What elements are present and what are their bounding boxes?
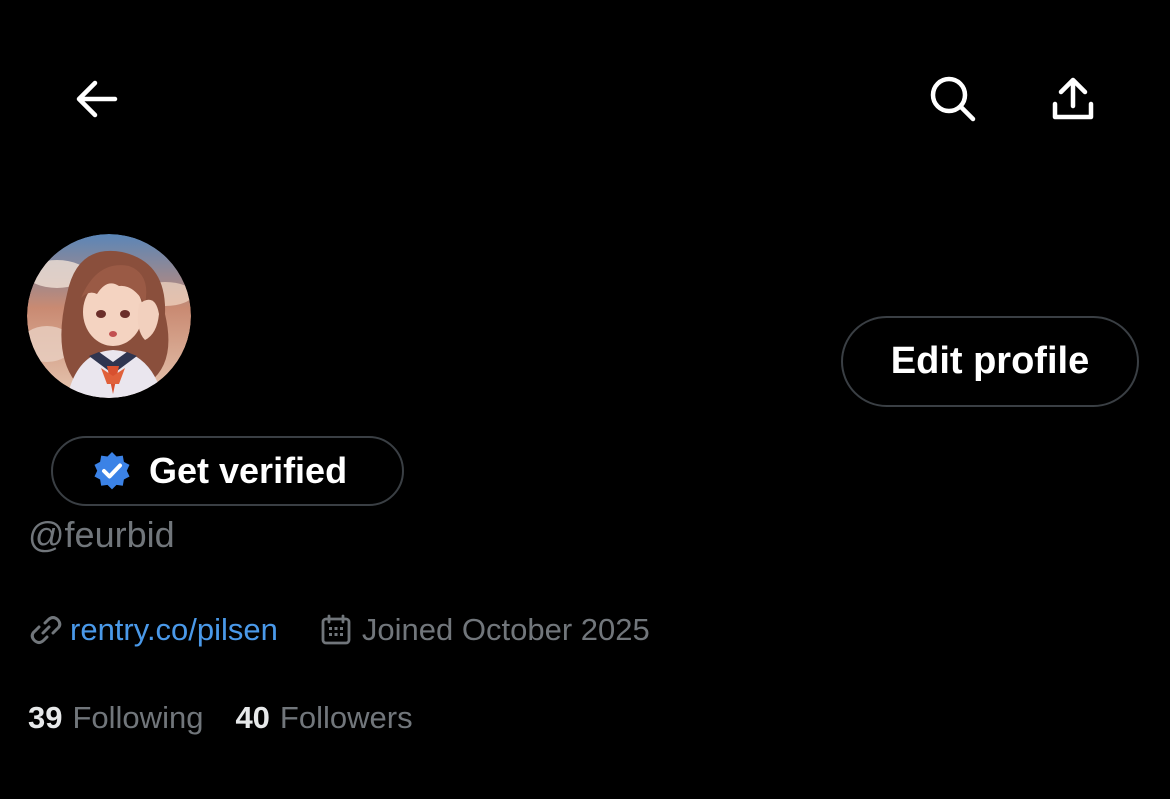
- profile-meta-row: rentry.co/pilsen Joined October 2025: [28, 612, 650, 648]
- calendar-icon: [321, 614, 351, 645]
- following-count: 39: [28, 700, 63, 735]
- anime-girl-avatar: [27, 234, 191, 398]
- verified-badge-icon: [94, 452, 130, 490]
- get-verified-button[interactable]: Get verified: [51, 436, 404, 506]
- joined-date: Joined October 2025: [320, 612, 650, 648]
- profile-handle: @feurbid: [28, 514, 175, 555]
- followers-count: 40: [235, 700, 270, 735]
- followers-stat[interactable]: 40 Followers: [235, 700, 412, 736]
- following-label: Following: [72, 700, 204, 735]
- back-button[interactable]: [64, 66, 130, 132]
- arrow-left-icon: [76, 80, 118, 118]
- search-icon: [930, 76, 976, 122]
- share-button[interactable]: [1040, 66, 1106, 132]
- website-link[interactable]: rentry.co/pilsen: [70, 612, 278, 648]
- get-verified-label: Get verified: [149, 450, 348, 491]
- edit-profile-button[interactable]: Edit profile: [841, 316, 1139, 407]
- followers-label: Followers: [279, 700, 413, 735]
- stats-row: 39 Following 40 Followers: [28, 700, 413, 736]
- link-icon: [30, 616, 62, 644]
- search-button[interactable]: [920, 66, 986, 132]
- joined-date-label: Joined October 2025: [361, 612, 650, 647]
- share-upload-icon: [1052, 77, 1094, 120]
- following-stat[interactable]: 39 Following: [28, 700, 203, 736]
- avatar[interactable]: [27, 234, 191, 398]
